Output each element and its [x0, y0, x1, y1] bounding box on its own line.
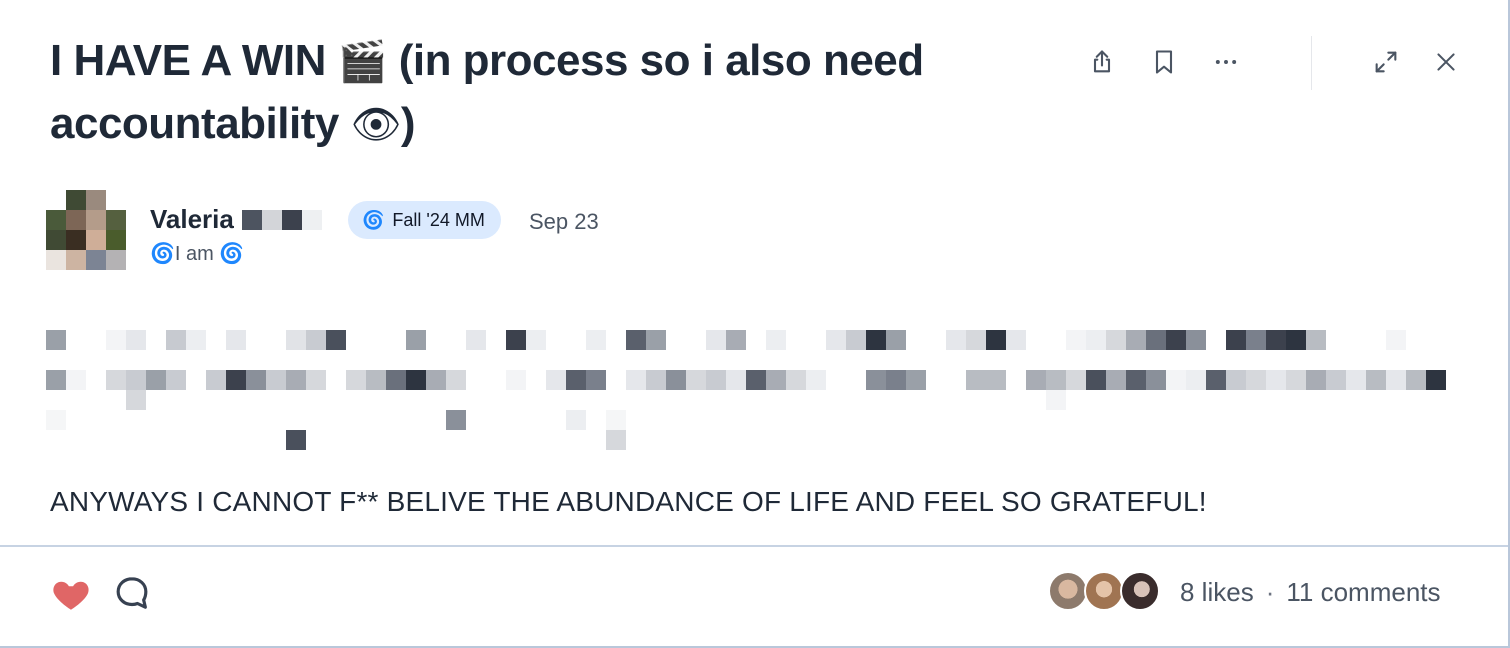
heart-icon	[53, 581, 89, 610]
more-icon	[1215, 60, 1237, 64]
badge-label: Fall '24 MM	[392, 209, 485, 230]
like-button[interactable]	[50, 573, 92, 615]
redacted-surname	[241, 209, 322, 230]
expand-icon	[1375, 51, 1397, 73]
bookmark-button[interactable]	[1142, 40, 1186, 84]
post-date[interactable]: Sep 23	[529, 209, 599, 235]
post-toolbar	[1080, 36, 1468, 90]
title-text-end: )	[400, 99, 416, 148]
post-modal: I HAVE A WIN 🎬 (in process so i also nee…	[0, 0, 1510, 648]
spiral-emoji: 🌀	[219, 241, 245, 265]
close-icon	[1437, 53, 1455, 71]
expand-button[interactable]	[1364, 40, 1408, 84]
liker-avatar	[1120, 571, 1160, 611]
cohort-badge[interactable]: 🌀 Fall '24 MM	[348, 201, 501, 239]
clapper-emoji: 🎬	[337, 39, 388, 85]
spiral-emoji: 🌀	[150, 241, 175, 265]
author-name-row: Valeria	[150, 204, 322, 235]
redacted-post-text	[46, 330, 1466, 460]
stats-separator: ·	[1265, 577, 1275, 607]
toolbar-divider	[1311, 36, 1312, 90]
liker-avatars[interactable]	[1048, 571, 1160, 611]
bookmark-icon	[1155, 50, 1173, 74]
liker-avatar	[1084, 571, 1124, 611]
comment-icon	[116, 577, 148, 609]
author-name[interactable]: Valeria	[150, 204, 234, 235]
eye-emoji: 👁	[350, 102, 402, 148]
comment-button[interactable]	[112, 573, 154, 615]
post-body-text: ANYWAYS I CANNOT F** BELIVE THE ABUNDANC…	[50, 486, 1207, 517]
close-button[interactable]	[1424, 40, 1468, 84]
spiral-icon: 🌀	[362, 209, 385, 231]
title-text: I HAVE A WIN	[50, 36, 326, 85]
liker-avatar	[1048, 571, 1088, 611]
author-avatar[interactable]	[46, 190, 126, 270]
more-options-button[interactable]	[1204, 40, 1248, 84]
likes-count[interactable]: 8 likes	[1180, 577, 1254, 608]
author-bio: 🌀I am 🌀	[150, 241, 322, 266]
engagement-stats: 8 likes · 11 comments	[1180, 577, 1441, 608]
comments-count[interactable]: 11 comments	[1286, 577, 1440, 608]
post-footer: 8 likes · 11 comments	[0, 547, 1508, 646]
author-block	[46, 190, 126, 270]
share-button[interactable]	[1080, 40, 1124, 84]
author-bio-text: I am	[174, 243, 214, 265]
share-icon	[1093, 50, 1111, 73]
post-title: I HAVE A WIN 🎬 (in process so i also nee…	[50, 30, 1010, 156]
author-info: Valeria 🌀I am 🌀	[150, 204, 322, 266]
